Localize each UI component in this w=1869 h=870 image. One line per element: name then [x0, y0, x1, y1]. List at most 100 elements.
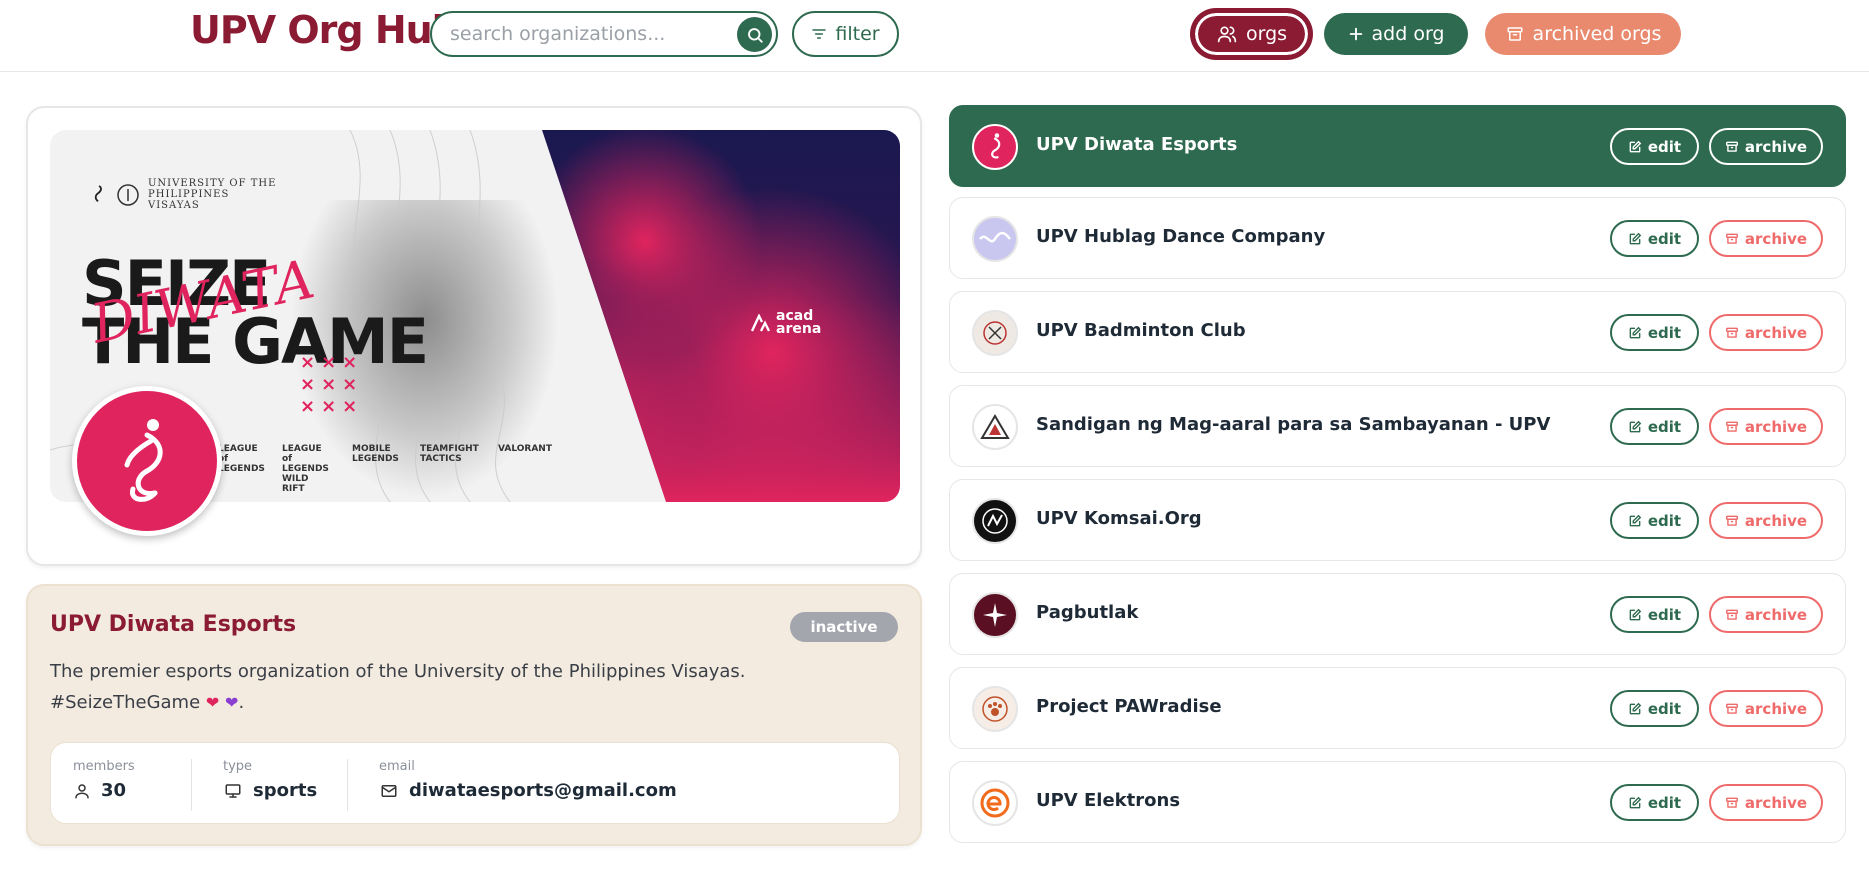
diwata-logo-icon [124, 419, 163, 502]
org-type: sports [253, 780, 318, 801]
archive-label: archive [1744, 229, 1808, 248]
org-list-item[interactable]: UPV Elektrons edit archive [949, 761, 1846, 843]
archive-box-icon [1725, 327, 1738, 338]
university-name: UNIVERSITY OF THE PHILIPPINES VISAYAS [148, 178, 277, 211]
komsai-logo-icon [982, 508, 1008, 534]
archive-button[interactable]: archive [1709, 128, 1823, 165]
orgs-button-ring [1196, 14, 1307, 54]
plus-icon [1349, 27, 1362, 41]
edit-button[interactable]: edit [1610, 596, 1699, 633]
star-logo-icon [983, 603, 1007, 627]
type-value-row: sports [223, 780, 317, 801]
stat-email: email diwataesports@gmail.com [379, 759, 677, 801]
edit-label: edit [1647, 605, 1682, 624]
elektrons-logo-icon [980, 788, 1010, 818]
org-avatar [972, 404, 1018, 450]
badminton-logo-icon [983, 321, 1007, 345]
edit-label: edit [1647, 793, 1682, 812]
org-list-item[interactable]: Sandigan ng Mag-aaral para sa Sambayanan… [949, 385, 1846, 467]
edit-button[interactable]: edit [1610, 784, 1699, 821]
status-badge: inactive [790, 612, 898, 642]
edit-label: edit [1647, 699, 1682, 718]
org-avatar [972, 216, 1018, 262]
archive-button[interactable]: archive [1709, 690, 1823, 727]
orgs-nav-button[interactable]: orgs [1192, 10, 1311, 58]
org-stats-panel: members 30 type sports email diwataespor… [50, 742, 900, 824]
edit-label: edit [1647, 323, 1682, 342]
org-list-item[interactable]: UPV Badminton Club edit archive [949, 291, 1846, 373]
x-marks-row-3: ××× [300, 396, 364, 417]
org-list-item[interactable]: Pagbutlak edit archive [949, 573, 1846, 655]
org-details-title: UPV Diwata Esports [50, 612, 297, 637]
search-icon [747, 27, 763, 43]
archive-box-icon [1725, 609, 1738, 620]
diwata-logo-icon [991, 133, 1001, 159]
pencil-square-icon [1629, 326, 1642, 338]
x-marks-row-1: ××× [300, 352, 364, 373]
members-value-row: 30 [73, 780, 135, 801]
archive-label: archive [1744, 137, 1808, 156]
org-name: UPV Diwata Esports [1036, 134, 1238, 155]
game-logo-wildrift: LEAGUE of LEGENDS WILD RIFT [282, 444, 329, 494]
mail-icon [381, 784, 397, 797]
edit-button[interactable]: edit [1610, 502, 1699, 539]
stat-type: type sports [223, 759, 317, 801]
edit-label: edit [1647, 511, 1682, 530]
pencil-square-icon [1629, 232, 1642, 244]
add-org-button[interactable]: add org [1324, 13, 1468, 55]
acad-arena-icon [750, 314, 770, 332]
filter-lines-icon [812, 29, 827, 39]
org-email[interactable]: diwataesports@gmail.com [409, 780, 677, 801]
game-logo-tft: TEAMFIGHT TACTICS [420, 444, 479, 464]
archive-label: archive [1744, 605, 1808, 624]
archive-button[interactable]: archive [1709, 784, 1823, 821]
org-list-item[interactable]: Project PAWradise edit archive [949, 667, 1846, 749]
archive-button[interactable]: archive [1709, 314, 1823, 351]
pencil-square-icon [1629, 702, 1642, 714]
org-details-card: UPV Diwata Esports inactive The premier … [26, 584, 922, 846]
archive-box-icon [1725, 703, 1738, 714]
x-marks: ××× ××× ××× [300, 352, 363, 418]
purple-heart-emoji: ❤ [225, 693, 239, 712]
edit-button[interactable]: edit [1610, 408, 1699, 445]
edit-button[interactable]: edit [1610, 690, 1699, 727]
stat-divider [191, 759, 192, 811]
acad-arena-text: acad arena [776, 308, 822, 337]
org-name: Pagbutlak [1036, 602, 1139, 623]
edit-button[interactable]: edit [1610, 128, 1699, 165]
stat-divider [347, 759, 348, 811]
app-logo-title[interactable]: UPV Org Hub [190, 8, 459, 52]
archive-button[interactable]: archive [1709, 220, 1823, 257]
org-description: The premier esports organization of the … [50, 656, 850, 718]
top-bar: UPV Org Hub filter orgs add org archived… [0, 0, 1869, 72]
edit-button[interactable]: edit [1610, 314, 1699, 351]
org-list-item[interactable]: UPV Komsai.Org edit archive [949, 479, 1846, 561]
stat-members: members 30 [73, 759, 135, 801]
pencil-square-icon [1629, 140, 1642, 152]
org-avatar-large [72, 386, 222, 536]
red-heart-emoji: ❤ [205, 693, 220, 712]
archive-button[interactable]: archive [1709, 502, 1823, 539]
archived-orgs-button[interactable]: archived orgs [1485, 13, 1681, 55]
org-list-item[interactable]: UPV Hublag Dance Company edit archive [949, 197, 1846, 279]
archive-label: archive [1744, 511, 1808, 530]
edit-label: edit [1647, 417, 1682, 436]
org-name: Project PAWradise [1036, 696, 1222, 717]
archive-button[interactable]: archive [1709, 408, 1823, 445]
org-avatar [972, 310, 1018, 356]
search-button[interactable] [737, 17, 772, 52]
org-name: UPV Elektrons [1036, 790, 1181, 811]
edit-label: edit [1647, 229, 1682, 248]
archive-button[interactable]: archive [1709, 596, 1823, 633]
email-value-row: diwataesports@gmail.com [379, 780, 677, 801]
edit-button[interactable]: edit [1610, 220, 1699, 257]
search-input[interactable] [450, 21, 720, 47]
pencil-square-icon [1629, 608, 1642, 620]
wave-logo-icon [979, 231, 1011, 243]
diwata-small-icon [94, 184, 102, 202]
filter-button[interactable]: filter [792, 11, 899, 57]
edit-label: edit [1647, 137, 1682, 156]
archived-orgs-label: archived orgs [1532, 23, 1662, 45]
add-org-label: add org [1371, 23, 1445, 45]
org-list-item[interactable]: UPV Diwata Esports edit archive [949, 105, 1846, 187]
